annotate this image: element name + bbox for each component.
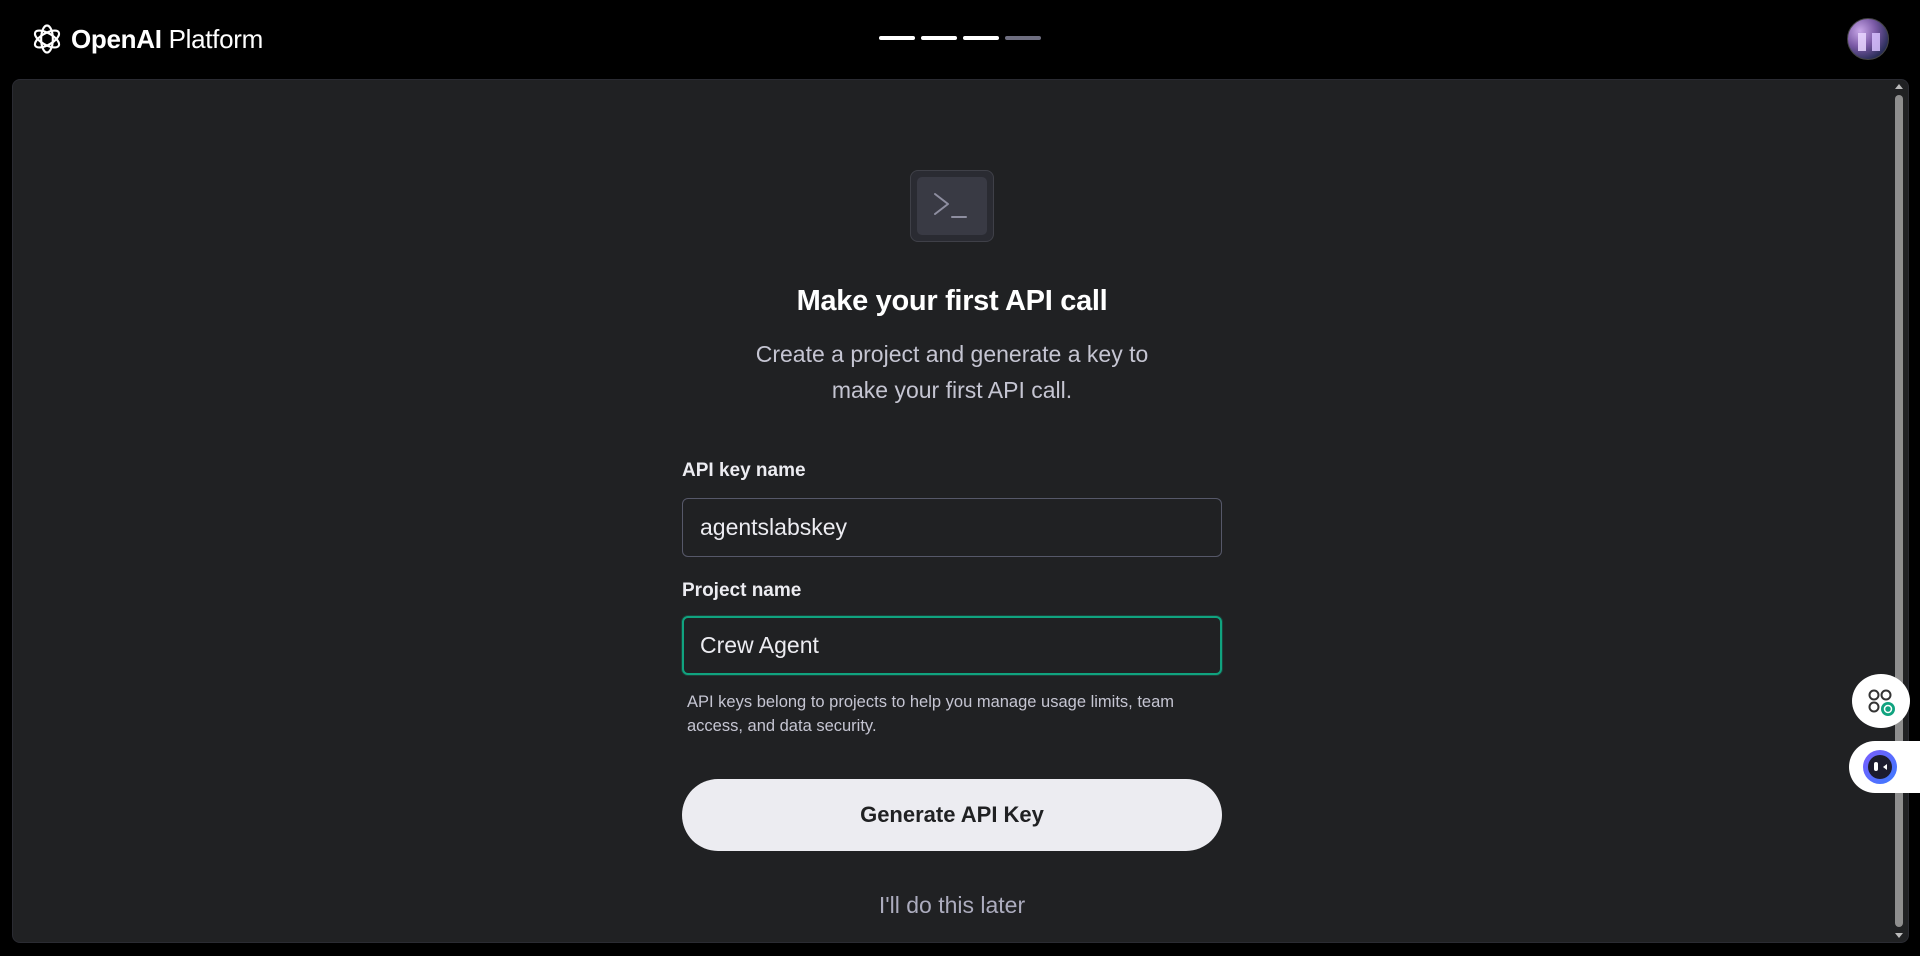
terminal-icon-frame bbox=[910, 170, 994, 242]
project-name-input[interactable] bbox=[682, 616, 1222, 675]
generate-api-key-button[interactable]: Generate API Key bbox=[682, 779, 1222, 851]
api-key-name-label: API key name bbox=[682, 460, 806, 481]
progress-step-4 bbox=[1005, 36, 1041, 40]
progress-step-2 bbox=[921, 36, 957, 40]
brand[interactable]: OpenAI Platform bbox=[29, 20, 263, 58]
assistant-extension-button[interactable] bbox=[1849, 741, 1920, 793]
brand-name: OpenAI Platform bbox=[71, 24, 263, 55]
api-key-help-text: API keys belong to projects to help you … bbox=[687, 693, 1175, 735]
shortcut-extension-button[interactable] bbox=[1852, 674, 1910, 728]
shortcut-extension-icon bbox=[1868, 689, 1895, 716]
scrollbar-thumb[interactable] bbox=[1895, 95, 1903, 927]
project-name-label: Project name bbox=[682, 580, 802, 601]
progress-step-3 bbox=[963, 36, 999, 40]
scroll-up-arrow-icon[interactable] bbox=[1895, 84, 1903, 89]
openai-logo-icon bbox=[33, 24, 61, 54]
page-subtitle: Create a project and generate a key to m… bbox=[755, 341, 1149, 403]
page-title: Make your first API call bbox=[796, 285, 1108, 317]
scroll-down-arrow-icon[interactable] bbox=[1895, 933, 1903, 938]
brand-secondary: Platform bbox=[161, 23, 264, 54]
scrollbar[interactable] bbox=[1892, 80, 1906, 942]
onboarding-progress bbox=[879, 36, 1041, 40]
assistant-extension-icon bbox=[1863, 750, 1897, 784]
progress-step-1 bbox=[879, 36, 915, 40]
api-key-name-input[interactable] bbox=[682, 498, 1222, 557]
terminal-icon bbox=[917, 177, 987, 235]
brand-primary: OpenAI bbox=[71, 23, 162, 54]
top-bar: OpenAI Platform bbox=[0, 0, 1920, 78]
skip-link[interactable]: I'll do this later bbox=[682, 892, 1222, 919]
user-avatar[interactable] bbox=[1847, 18, 1889, 60]
